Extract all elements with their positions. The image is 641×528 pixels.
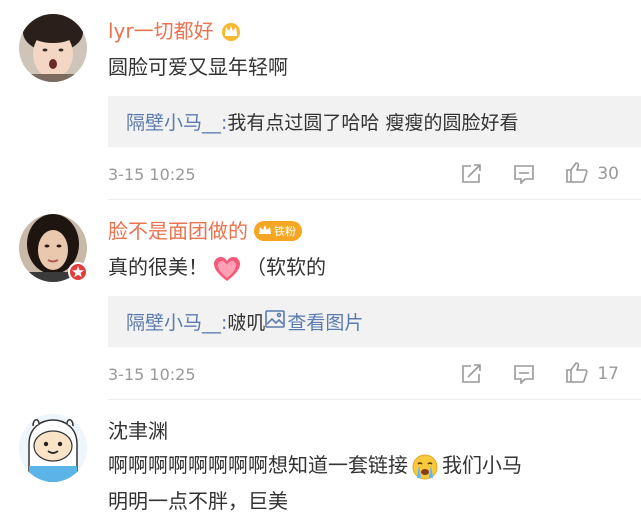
comment-actions: 30 (461, 159, 619, 189)
like-button[interactable]: 30 (565, 161, 619, 187)
view-image-link[interactable]: 查看图片 (265, 308, 363, 335)
reply-box[interactable]: 隔壁小马__: 我有点过圆了哈哈 瘦瘦的圆脸好看 (108, 96, 641, 147)
like-count: 17 (597, 364, 619, 384)
comment-list: lyr一切都好 圆脸可爱又显年轻啊 隔壁小马__: 我有点过圆了哈哈 瘦瘦的圆脸… (0, 0, 641, 528)
comment-text-part: 真的很美！ (108, 255, 208, 279)
verified-badge-icon (68, 262, 88, 286)
comment-header: 沈聿渊 (108, 416, 168, 446)
reply-icon[interactable] (513, 164, 535, 184)
comment-text: 啊啊啊啊啊啊啊啊想知道一套链接 我们小马 (108, 448, 522, 482)
fan-badge: 铁粉 (254, 221, 302, 241)
comment-text-line2: 明明一点不胖，巨美 (108, 489, 288, 513)
username[interactable]: 脸不是面团做的 (108, 218, 248, 244)
share-icon[interactable] (461, 364, 483, 384)
username[interactable]: 沈聿渊 (108, 418, 168, 444)
comment-item: 沈聿渊 啊啊啊啊啊啊啊啊想知道一套链接 我们小马 明明一点不胖，巨美 (0, 400, 641, 528)
reply-icon[interactable] (513, 364, 535, 384)
view-image-label: 查看图片 (287, 312, 364, 334)
username[interactable]: lyr一切都好 (108, 18, 214, 44)
crown-icon (220, 21, 242, 41)
reply-box[interactable]: 隔壁小马__: 啵叽 查看图片 (108, 296, 641, 347)
reply-text: 啵叽 (227, 312, 266, 334)
comment-text-part: （软软的 (246, 255, 326, 279)
comment-meta: 3-15 10:25 (108, 359, 641, 389)
crying-emoji (412, 454, 438, 480)
avatar[interactable] (19, 14, 87, 82)
like-icon (565, 361, 589, 387)
reply-text: 我有点过圆了哈哈 瘦瘦的圆脸好看 (227, 112, 519, 134)
fan-badge-label: 铁粉 (274, 225, 296, 238)
comment-text-part: 我们小马 (442, 453, 522, 477)
comment-item: 脸不是面团做的 铁粉 真的很美！ （软软的 隔壁小马__: 啵叽 查看图片 3-… (0, 200, 641, 400)
timestamp: 3-15 10:25 (108, 164, 196, 184)
heart-emoji (212, 255, 242, 283)
like-count: 30 (597, 164, 619, 184)
comment-text: 圆脸可爱又显年轻啊 (108, 55, 288, 79)
comment-actions: 17 (461, 359, 619, 389)
like-icon (565, 161, 589, 187)
image-icon (265, 310, 286, 333)
crown-icon (258, 224, 272, 239)
comment-header: lyr一切都好 (108, 16, 242, 46)
comment-header: 脸不是面团做的 铁粉 (108, 216, 302, 246)
comment-text-part: 啊啊啊啊啊啊啊啊想知道一套链接 (108, 453, 408, 477)
comment-meta: 3-15 10:25 (108, 159, 641, 189)
timestamp: 3-15 10:25 (108, 364, 196, 384)
comment-text: 真的很美！ （软软的 (108, 250, 326, 284)
comment-item: lyr一切都好 圆脸可爱又显年轻啊 隔壁小马__: 我有点过圆了哈哈 瘦瘦的圆脸… (0, 0, 641, 200)
share-icon[interactable] (461, 164, 483, 184)
reply-username[interactable]: 隔壁小马__: (126, 108, 227, 135)
like-button[interactable]: 17 (565, 361, 619, 387)
avatar[interactable] (19, 414, 87, 482)
reply-username[interactable]: 隔壁小马__: (126, 308, 227, 335)
